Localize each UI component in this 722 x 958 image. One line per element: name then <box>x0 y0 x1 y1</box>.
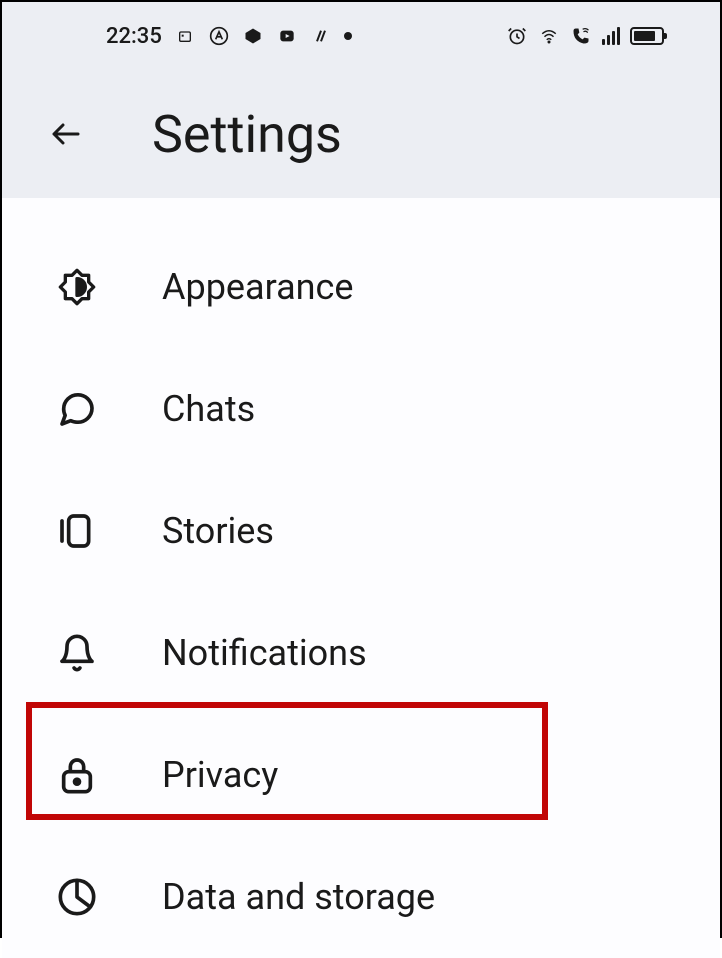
drive-icon <box>242 25 264 47</box>
calendar-icon <box>174 25 196 47</box>
dot-icon <box>344 32 352 40</box>
menu-label: Privacy <box>162 754 278 796</box>
status-right <box>506 25 664 47</box>
chat-icon <box>56 388 98 430</box>
pie-icon <box>56 876 98 918</box>
menu-item-privacy[interactable]: Privacy <box>2 714 720 836</box>
settings-menu: Appearance Chats Stories Notifications <box>2 198 720 958</box>
wifi-calling-icon <box>570 25 592 47</box>
menu-label: Data and storage <box>162 876 435 918</box>
menu-item-chats[interactable]: Chats <box>2 348 720 470</box>
menu-label: Chats <box>162 388 255 430</box>
header-section: 22:35 <box>2 2 720 198</box>
menu-item-stories[interactable]: Stories <box>2 470 720 592</box>
alarm-icon <box>506 25 528 47</box>
menu-label: Stories <box>162 510 274 552</box>
status-left: 22:35 <box>106 24 352 49</box>
menu-item-data-storage[interactable]: Data and storage <box>2 836 720 958</box>
signal-icon <box>602 27 620 45</box>
slash-icon <box>310 25 332 47</box>
status-time: 22:35 <box>106 24 162 49</box>
brightness-icon <box>56 266 98 308</box>
menu-label: Appearance <box>162 266 353 308</box>
title-bar: Settings <box>2 70 720 198</box>
youtube-icon <box>276 25 298 47</box>
menu-label: Notifications <box>162 632 367 674</box>
status-bar: 22:35 <box>2 2 720 70</box>
bell-icon <box>56 632 98 674</box>
battery-icon <box>630 27 664 45</box>
page-title: Settings <box>152 104 342 165</box>
back-button[interactable] <box>46 114 86 154</box>
stories-icon <box>56 510 98 552</box>
wifi-icon <box>538 25 560 47</box>
menu-item-notifications[interactable]: Notifications <box>2 592 720 714</box>
app-a-icon <box>208 25 230 47</box>
lock-icon <box>56 754 98 796</box>
menu-item-appearance[interactable]: Appearance <box>2 226 720 348</box>
